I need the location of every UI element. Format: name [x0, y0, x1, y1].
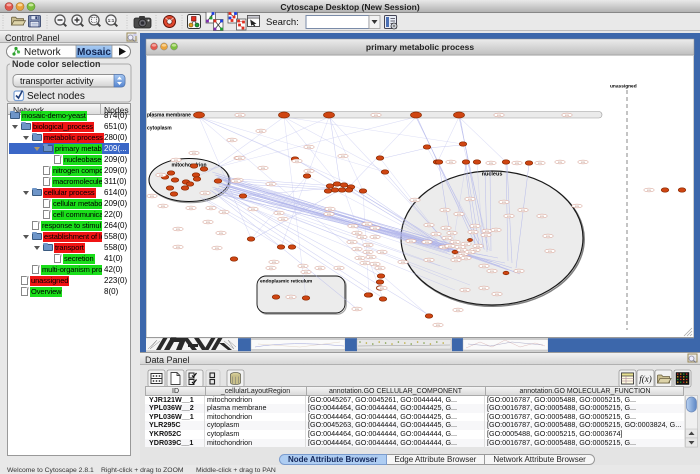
- svg-text:endoplasmic reticulum: endoplasmic reticulum: [260, 279, 312, 285]
- svg-text:cytoplasm: cytoplasm: [147, 126, 172, 132]
- svg-text:f(x): f(x): [639, 374, 652, 384]
- svg-text:unassigned: unassigned: [610, 84, 637, 90]
- svg-text:nucleus: nucleus: [482, 172, 503, 178]
- svg-text:primary metabolic process: primary metabolic process: [366, 42, 474, 52]
- svg-text:plasma membrane: plasma membrane: [147, 113, 191, 119]
